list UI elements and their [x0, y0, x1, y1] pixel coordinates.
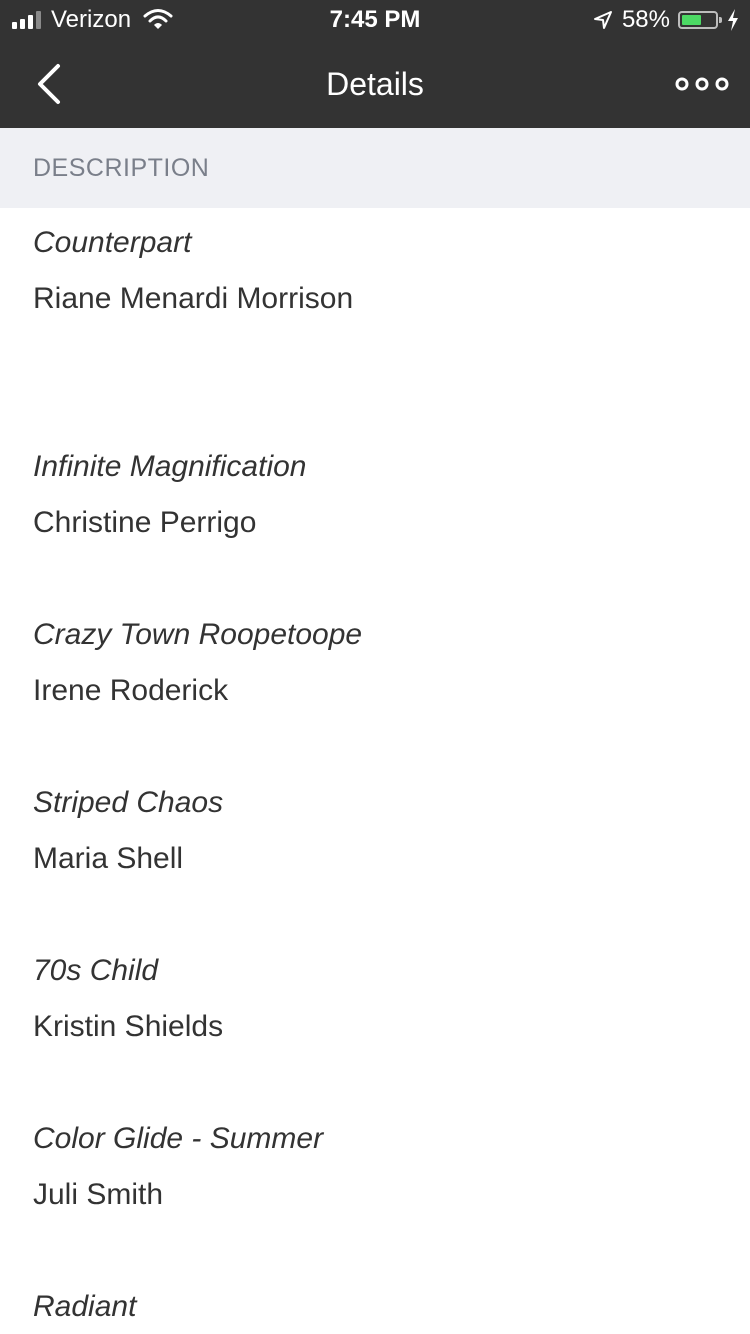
location-arrow-icon [593, 11, 612, 29]
artwork-title: 70s Child [33, 954, 159, 987]
artwork-title: Radiant [33, 1290, 137, 1323]
chevron-left-icon [38, 64, 60, 104]
page-title: Details [326, 66, 424, 102]
status-bar: Verizon 7:45 PM 58% [0, 0, 750, 40]
status-right: 58% [592, 6, 740, 34]
artist-name: Riane Menardi Morrison [33, 282, 354, 315]
section-header-description: DESCRIPTION [0, 128, 750, 208]
artist-name: Juli Smith [33, 1178, 164, 1211]
artist-name: Kristin Shields [33, 1010, 224, 1043]
back-button[interactable] [28, 60, 72, 108]
more-horizontal-icon [675, 77, 729, 91]
artwork-title: Color Glide - Summer [33, 1122, 324, 1155]
battery-nub [719, 17, 722, 23]
battery-percent: 58% [621, 6, 670, 33]
battery-icon [678, 11, 722, 29]
artwork-title: Infinite Magnification [33, 450, 307, 483]
artwork-title: Counterpart [33, 226, 192, 259]
battery-fill [682, 15, 701, 25]
artist-name: Maria Shell [33, 842, 184, 875]
artist-name: Christine Perrigo [33, 506, 257, 539]
artwork-title: Striped Chaos [33, 786, 224, 819]
charging-bolt-icon [728, 9, 738, 31]
top-bar: Verizon 7:45 PM 58% Details [0, 0, 750, 128]
section-header-label: DESCRIPTION [33, 154, 210, 182]
more-options-button[interactable] [674, 62, 730, 106]
navigation-bar: Details [0, 40, 750, 128]
artwork-title: Crazy Town Roopetoope [33, 618, 363, 651]
artist-name: Irene Roderick [33, 674, 229, 707]
